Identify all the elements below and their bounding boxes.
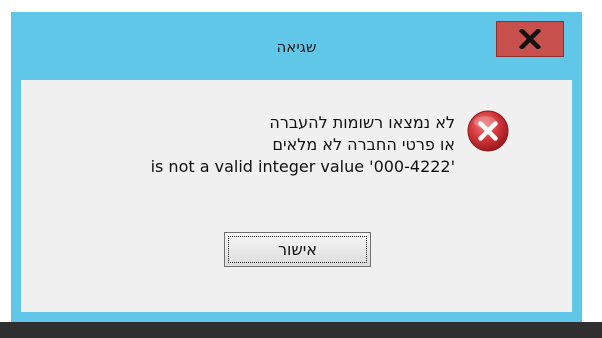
message-line-2: או פרטי החברה לא מלאים <box>272 135 455 154</box>
dialog-content: לא נמצאו רשומות להעברה או פרטי החברה לא … <box>21 80 572 312</box>
close-x-icon <box>519 29 541 49</box>
message-line-3: is not a valid integer value '000-4222' <box>150 157 455 176</box>
error-icon <box>466 109 510 153</box>
message-line-1: לא נמצאו רשומות להעברה <box>269 113 455 132</box>
close-button[interactable] <box>496 21 564 57</box>
ok-button[interactable]: אישור <box>224 232 371 267</box>
screen: שגיאה לא נמצאו רשומות להעברה או פרטי החב… <box>0 0 602 338</box>
background-taskbar-strip <box>0 322 602 338</box>
error-message: לא נמצאו רשומות להעברה או פרטי החברה לא … <box>61 112 455 178</box>
error-dialog: שגיאה לא נמצאו רשומות להעברה או פרטי החב… <box>11 12 582 322</box>
ok-button-label: אישור <box>228 236 367 263</box>
